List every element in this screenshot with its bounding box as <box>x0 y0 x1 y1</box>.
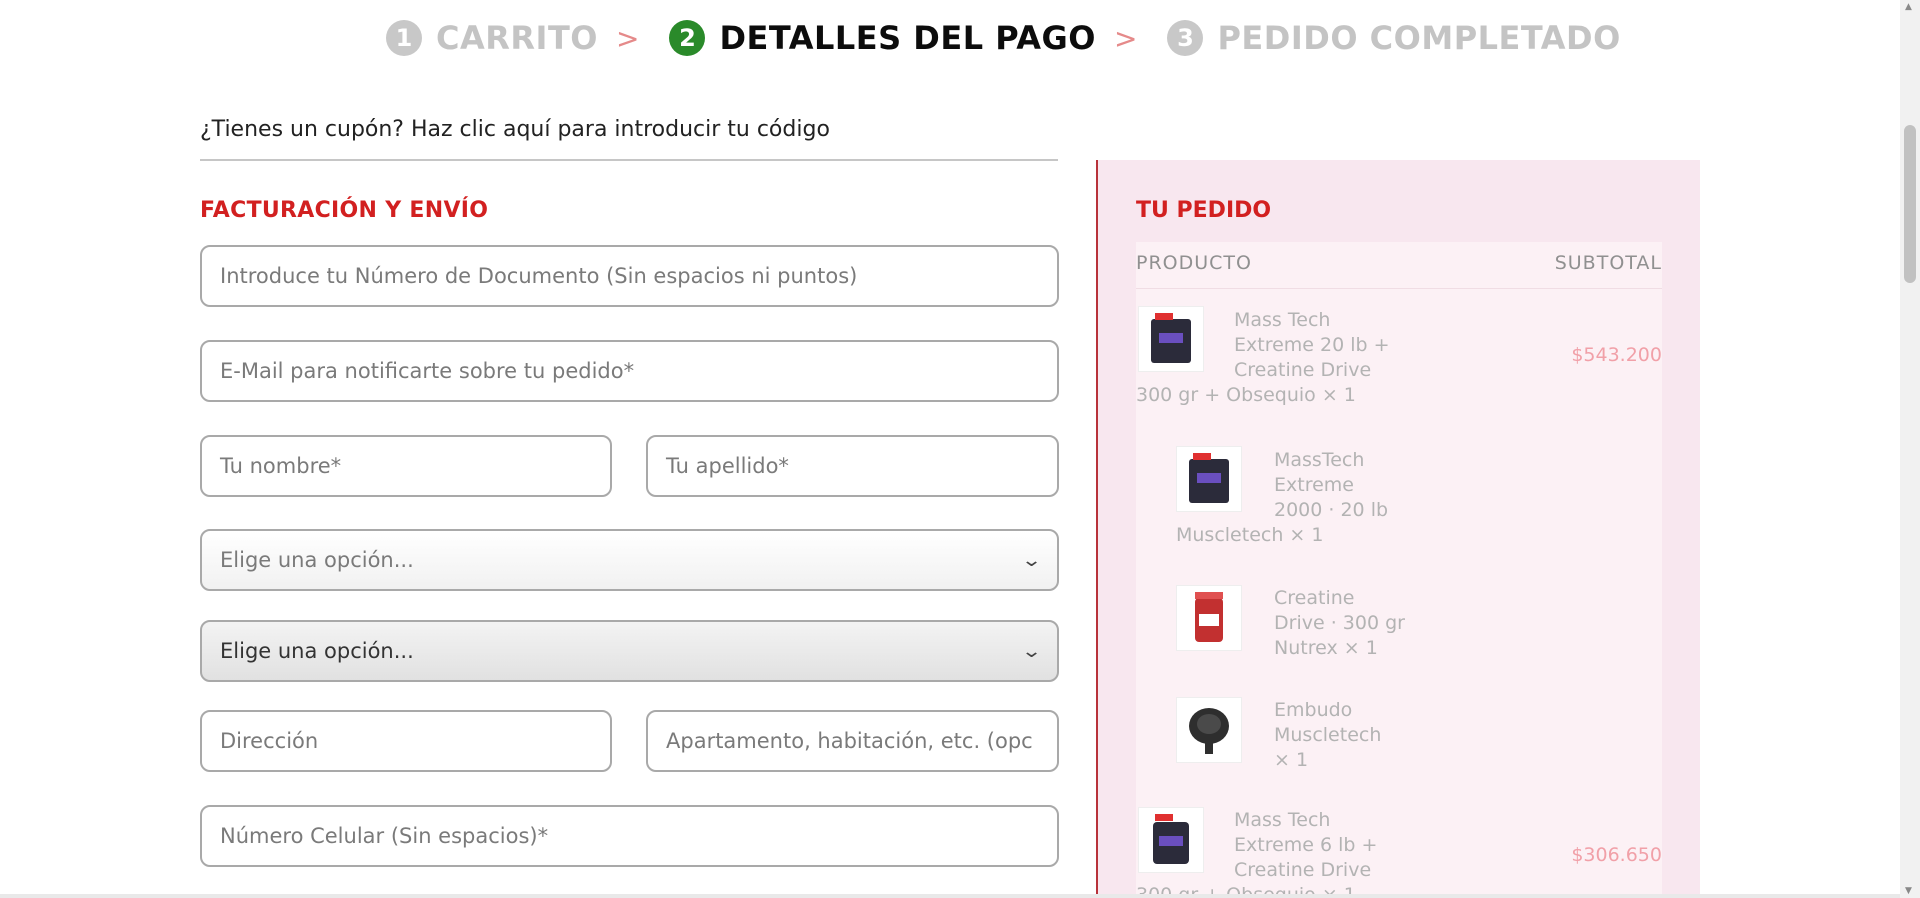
city-select-value: Elige una opción... <box>220 639 414 663</box>
step-1-label: CARRITO <box>436 19 598 57</box>
order-summary: TU PEDIDO PRODUCTO SUBTOTAL Mass Tech Ex… <box>1096 160 1700 898</box>
funnel-icon <box>1189 708 1229 754</box>
item-line: 2000 · 20 lb <box>1274 499 1389 521</box>
item-line: Extreme 20 lb + <box>1234 334 1390 356</box>
item-line: Extreme <box>1274 474 1354 496</box>
vertical-scrollbar[interactable]: ▲ ▼ <box>1900 0 1920 898</box>
step-2-label: DETALLES DEL PAGO <box>719 19 1096 57</box>
item-subtotal: $306.650 <box>1571 844 1662 866</box>
item-line: MassTech <box>1274 449 1365 471</box>
item-line: Mass Tech <box>1234 309 1331 331</box>
checkout-steps: 1 CARRITO > 2 DETALLES DEL PAGO > 3 PEDI… <box>386 14 1621 62</box>
item-line: Muscletech <box>1274 724 1382 746</box>
chevron-down-icon: ⌄ <box>1020 549 1043 571</box>
product-thumbnail <box>1176 585 1242 651</box>
billing-title: FACTURACIÓN Y ENVÍO <box>200 198 489 223</box>
email-input[interactable]: E-Mail para notificarte sobre tu pedido* <box>200 340 1059 402</box>
apartment-input[interactable]: Apartamento, habitación, etc. (opc <box>646 710 1059 772</box>
item-line: Embudo <box>1274 699 1353 721</box>
item-line: Creatine Drive <box>1234 859 1372 881</box>
product-tub-icon <box>1195 592 1223 642</box>
step-separator-icon: > <box>1114 21 1138 55</box>
chevron-down-icon: ⌄ <box>1020 640 1043 662</box>
header-divider <box>1136 288 1662 289</box>
step-3-label: PEDIDO COMPLETADO <box>1217 19 1621 57</box>
order-table: PRODUCTO SUBTOTAL Mass Tech Extreme 20 l… <box>1136 242 1662 898</box>
item-line: 300 gr + Obsequio × 1 <box>1136 384 1356 406</box>
horizontal-scrollbar[interactable] <box>0 894 1900 898</box>
scroll-down-icon[interactable]: ▼ <box>1905 886 1912 896</box>
document-number-input[interactable]: Introduce tu Número de Documento (Sin es… <box>200 245 1059 307</box>
phone-input[interactable]: Número Celular (Sin espacios)* <box>200 805 1059 867</box>
order-title: TU PEDIDO <box>1136 198 1272 223</box>
order-item: Mass Tech Extreme 20 lb + Creatine Drive… <box>1136 308 1396 408</box>
product-thumbnail <box>1176 697 1242 763</box>
item-line: Mass Tech <box>1234 809 1331 831</box>
step-separator-icon: > <box>615 21 640 55</box>
address-input[interactable]: Dirección <box>200 710 612 772</box>
item-line: Creatine <box>1274 587 1355 609</box>
step-order-complete: 3 PEDIDO COMPLETADO <box>1167 19 1620 57</box>
scroll-up-icon[interactable]: ▲ <box>1905 2 1912 12</box>
column-header-product: PRODUCTO <box>1136 252 1252 274</box>
column-header-subtotal: SUBTOTAL <box>1554 252 1662 274</box>
order-item: Mass Tech Extreme 6 lb + Creatine Drive … <box>1136 808 1396 898</box>
step-cart[interactable]: 1 CARRITO <box>386 19 598 57</box>
item-line: Creatine Drive <box>1234 359 1372 381</box>
step-2-number: 2 <box>669 20 706 56</box>
item-line: × 1 <box>1274 749 1309 771</box>
item-line: Muscletech × 1 <box>1176 524 1324 546</box>
last-name-input[interactable]: Tu apellido* <box>646 435 1059 497</box>
item-line: Extreme 6 lb + <box>1234 834 1378 856</box>
coupon-link[interactable]: Haz clic aquí para introducir tu código <box>411 117 830 142</box>
item-line: Drive · 300 gr <box>1274 612 1405 634</box>
department-select[interactable]: Elige una opción... ⌄ <box>200 529 1059 591</box>
order-item: MassTech Extreme 2000 · 20 lb Muscletech… <box>1176 448 1406 548</box>
department-select-value: Elige una opción... <box>220 548 414 572</box>
item-line: Nutrex × 1 <box>1274 637 1378 659</box>
first-name-input[interactable]: Tu nombre* <box>200 435 612 497</box>
city-select[interactable]: Elige una opción... ⌄ <box>200 620 1059 682</box>
order-item: Embudo Muscletech × 1 <box>1274 698 1434 773</box>
step-payment-details: 2 DETALLES DEL PAGO <box>669 19 1096 57</box>
step-3-number: 3 <box>1167 20 1204 56</box>
item-subtotal: $543.200 <box>1571 344 1662 366</box>
order-item: Creatine Drive · 300 gr Nutrex × 1 <box>1274 586 1434 661</box>
coupon-notice: ¿Tienes un cupón? Haz clic aquí para int… <box>200 117 1058 161</box>
coupon-question: ¿Tienes un cupón? <box>200 117 404 142</box>
scrollbar-thumb[interactable] <box>1904 125 1916 283</box>
step-1-number: 1 <box>386 20 422 56</box>
